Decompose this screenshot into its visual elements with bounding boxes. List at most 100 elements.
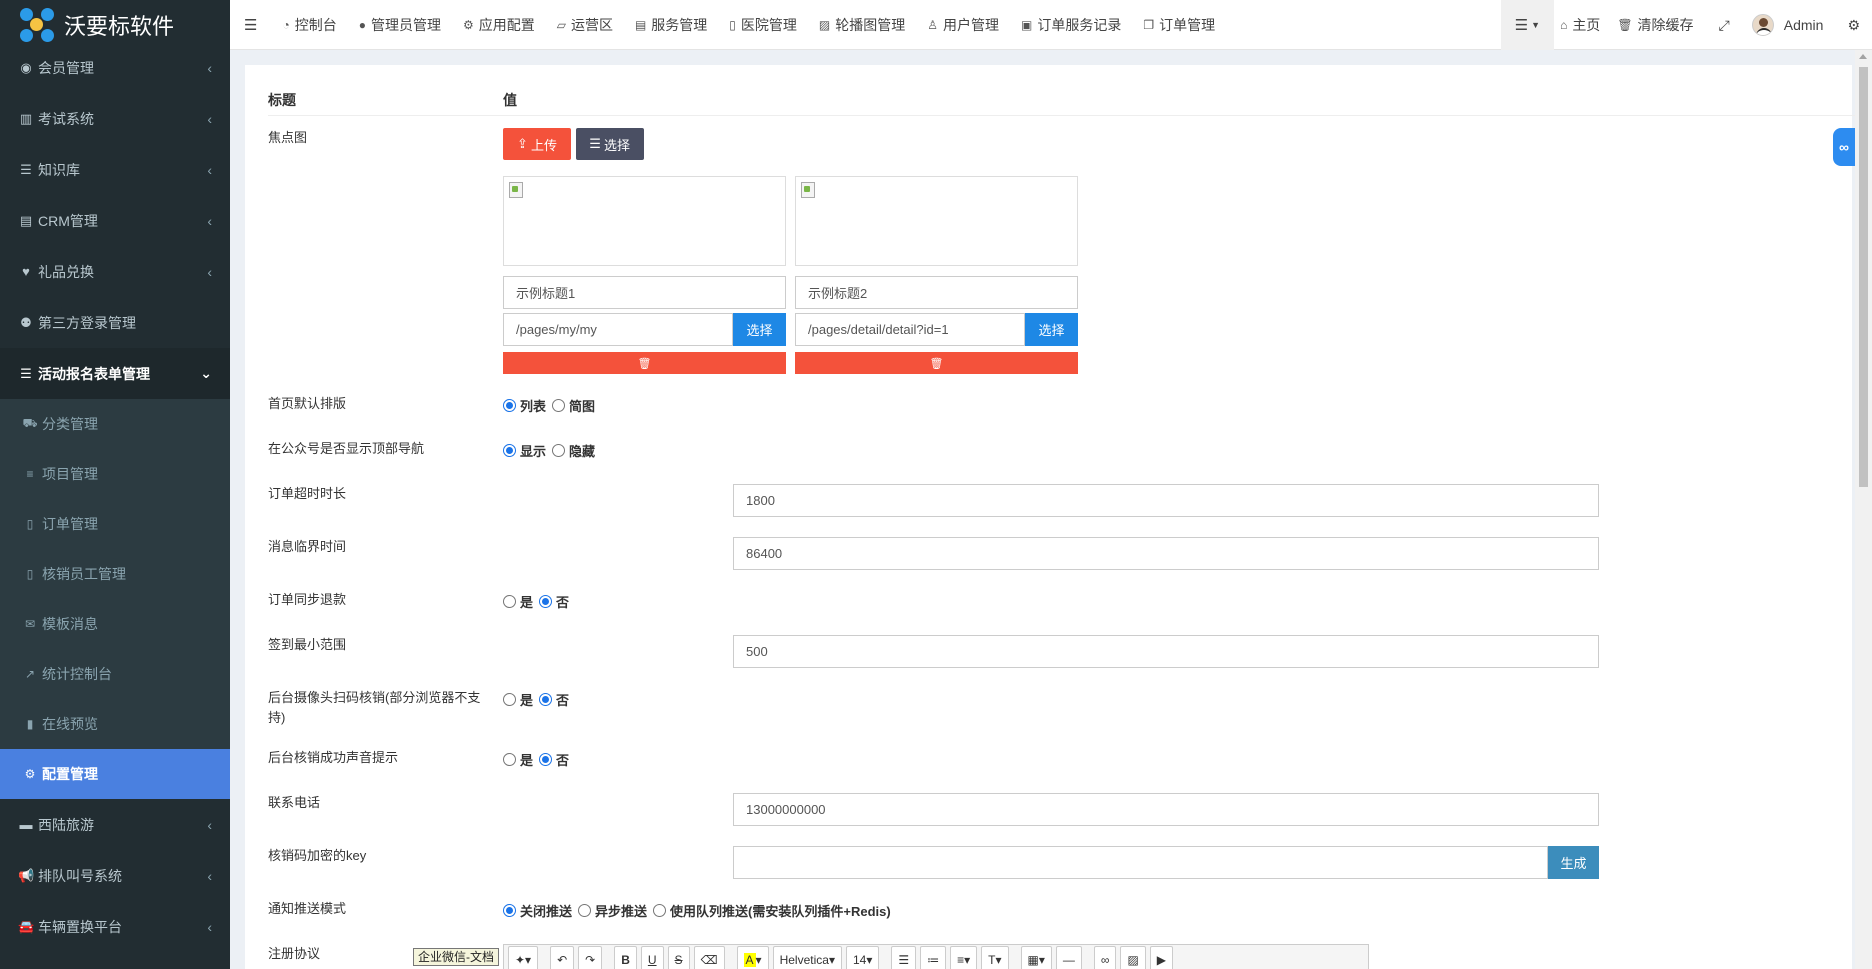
- radio-topnav-show[interactable]: 显示: [503, 441, 546, 460]
- link-button[interactable]: ∞: [1093, 946, 1117, 969]
- bold-button[interactable]: B: [614, 946, 637, 969]
- magic-wand-button[interactable]: ✦▾: [508, 946, 539, 969]
- ordered-list-button[interactable]: ≔: [920, 946, 947, 969]
- sidebar-item-queue[interactable]: 📢 排队叫号系统 ‹: [0, 850, 230, 901]
- ordered-list-icon: ≔: [927, 953, 940, 967]
- radio-checked-icon: [539, 693, 553, 706]
- phone-input[interactable]: 13000000000: [733, 793, 1599, 826]
- settings-button[interactable]: ⚙: [1837, 0, 1872, 50]
- card-delete-button-1[interactable]: 🗑: [503, 352, 786, 374]
- sidebar-item-exam[interactable]: ▥ 考试系统 ‹: [0, 93, 230, 144]
- scrollbar-thumb[interactable]: [1859, 67, 1868, 487]
- topnav-radios: 显示 隐藏: [503, 441, 601, 460]
- sound-radios: 是否: [503, 750, 575, 769]
- radio-layout-list[interactable]: 列表: [503, 396, 546, 415]
- card-title-input-1[interactable]: 示例标题1: [503, 276, 786, 309]
- key-label: 核销码加密的key: [268, 848, 367, 863]
- radio-checked-icon: [503, 399, 516, 412]
- radio-refund-no[interactable]: 否: [539, 592, 569, 611]
- image-button[interactable]: ▨: [1120, 946, 1146, 969]
- strikethrough-button[interactable]: S: [667, 946, 690, 969]
- radio-push-off[interactable]: 关闭推送: [503, 901, 572, 920]
- sidebar-item-gift[interactable]: ♥ 礼品兑换 ‹: [0, 246, 230, 297]
- sidebar-subitem-template[interactable]: ✉ 模板消息: [0, 599, 230, 649]
- sidebar-item-crm[interactable]: ▤ CRM管理 ‹: [0, 195, 230, 246]
- sidebar-subitem-project[interactable]: ≡ 项目管理: [0, 449, 230, 499]
- sidebar-item-activity[interactable]: ☰ 活动报名表单管理 ⌄: [0, 348, 230, 399]
- image-card-1[interactable]: [503, 176, 786, 266]
- undo-icon: ↶: [557, 953, 568, 967]
- undo-button[interactable]: ↶: [550, 946, 575, 969]
- table-button[interactable]: ▦▾: [1020, 946, 1052, 969]
- sign-input[interactable]: 500: [733, 635, 1599, 668]
- radio-sound-yes[interactable]: 是: [503, 750, 533, 769]
- sidebar-item-thirdparty[interactable]: ⚉ 第三方登录管理: [0, 297, 230, 348]
- radio-layout-simple[interactable]: 简图: [552, 396, 595, 415]
- underline-button[interactable]: U: [640, 946, 664, 969]
- sidebar-item-knowledge[interactable]: ☰ 知识库 ‹: [0, 144, 230, 195]
- font-size-select[interactable]: 14 ▾: [845, 946, 880, 969]
- sidebar-subitem-order[interactable]: ▯ 订单管理: [0, 499, 230, 549]
- align-icon: ≡▾: [957, 953, 971, 967]
- font-color-button[interactable]: A ▾: [736, 946, 769, 969]
- radio-refund-yes[interactable]: 是: [503, 592, 533, 611]
- select-button[interactable]: ☰ 选择: [575, 128, 644, 160]
- sidebar-subitem-label: 配置管理: [42, 766, 98, 782]
- trash-icon: 🗑: [929, 357, 944, 370]
- align-button[interactable]: ≡▾: [950, 946, 978, 969]
- card-path-select-button-1[interactable]: 选择: [733, 313, 786, 346]
- key-input[interactable]: [733, 846, 1548, 879]
- page-scrollbar[interactable]: [1855, 50, 1872, 969]
- radio-camera-no[interactable]: 否: [539, 690, 569, 709]
- file-icon: ▯: [26, 517, 34, 531]
- generate-button[interactable]: 生成: [1548, 846, 1599, 879]
- card-delete-button-2[interactable]: 🗑: [795, 352, 1078, 374]
- sidebar-subitem-stats[interactable]: ↗ 统计控制台: [0, 649, 230, 699]
- radio-sound-no[interactable]: 否: [539, 750, 569, 769]
- msg-input[interactable]: 86400: [733, 537, 1599, 570]
- timeout-input[interactable]: 1800: [733, 484, 1599, 517]
- sidebar-subitem-verifier[interactable]: ▯ 核销员工管理: [0, 549, 230, 599]
- unordered-list-button[interactable]: ☰: [891, 946, 917, 969]
- unordered-list-icon: ☰: [898, 953, 910, 967]
- video-button[interactable]: ▶: [1149, 946, 1174, 969]
- list-icon: ☰: [20, 365, 32, 381]
- sound-label: 后台核销成功声音提示: [268, 750, 399, 765]
- font-family-value: Helvetica: [779, 953, 829, 967]
- card-path-input-2[interactable]: /pages/detail/detail?id=1: [795, 313, 1025, 346]
- card-title-input-2[interactable]: 示例标题2: [795, 276, 1078, 309]
- sidebar-subitem-label: 在线预览: [42, 716, 98, 732]
- floating-link-tab[interactable]: ∞: [1833, 128, 1855, 166]
- image-card-2[interactable]: [795, 176, 1078, 266]
- radio-topnav-hide[interactable]: 隐藏: [552, 441, 595, 460]
- sidebar-subitem-preview[interactable]: ▮ 在线预览: [0, 699, 230, 749]
- tooltip: 企业微信-文档: [413, 948, 499, 966]
- radio-push-queue[interactable]: 使用队列推送(需安装队列插件+Redis): [653, 901, 891, 920]
- sidebar-item-label: 车辆置换平台: [38, 918, 122, 935]
- bullhorn-icon: 📢: [18, 867, 35, 883]
- upload-icon: ⇪: [517, 136, 528, 151]
- radio-push-async[interactable]: 异步推送: [578, 901, 647, 920]
- sign-label: 签到最小范围: [268, 637, 347, 652]
- hr-button[interactable]: —: [1055, 946, 1082, 969]
- card-path-select-button-2[interactable]: 选择: [1025, 313, 1078, 346]
- user-circle-icon: ◉: [20, 59, 32, 75]
- radio-label: 否: [556, 753, 570, 768]
- sidebar-item-travel[interactable]: ▬ 西陆旅游 ‹: [0, 799, 230, 850]
- sidebar-item-member[interactable]: ◉ 会员管理 ‹: [0, 42, 230, 93]
- bold-icon: B: [621, 953, 630, 967]
- upload-button[interactable]: ⇪ 上传: [503, 128, 571, 160]
- eraser-button[interactable]: ⌫: [693, 946, 725, 969]
- redo-button[interactable]: ↷: [578, 946, 603, 969]
- card-path-input-1[interactable]: /pages/my/my: [503, 313, 733, 346]
- sidebar-subitem-config[interactable]: ⚙ 配置管理: [0, 749, 230, 799]
- list-icon: ☰: [20, 161, 32, 177]
- font-family-select[interactable]: Helvetica ▾: [772, 946, 842, 969]
- radio-camera-yes[interactable]: 是: [503, 690, 533, 709]
- car-icon: 🚘: [18, 918, 35, 934]
- video-icon: ▶: [1156, 953, 1167, 967]
- sidebar-item-vehicle[interactable]: 🚘 车辆置换平台 ‹: [0, 901, 230, 952]
- sidebar-subitem-category[interactable]: ⛟ 分类管理: [0, 399, 230, 449]
- text-height-button[interactable]: T▾: [981, 946, 1009, 969]
- select-label: 选择: [603, 137, 630, 153]
